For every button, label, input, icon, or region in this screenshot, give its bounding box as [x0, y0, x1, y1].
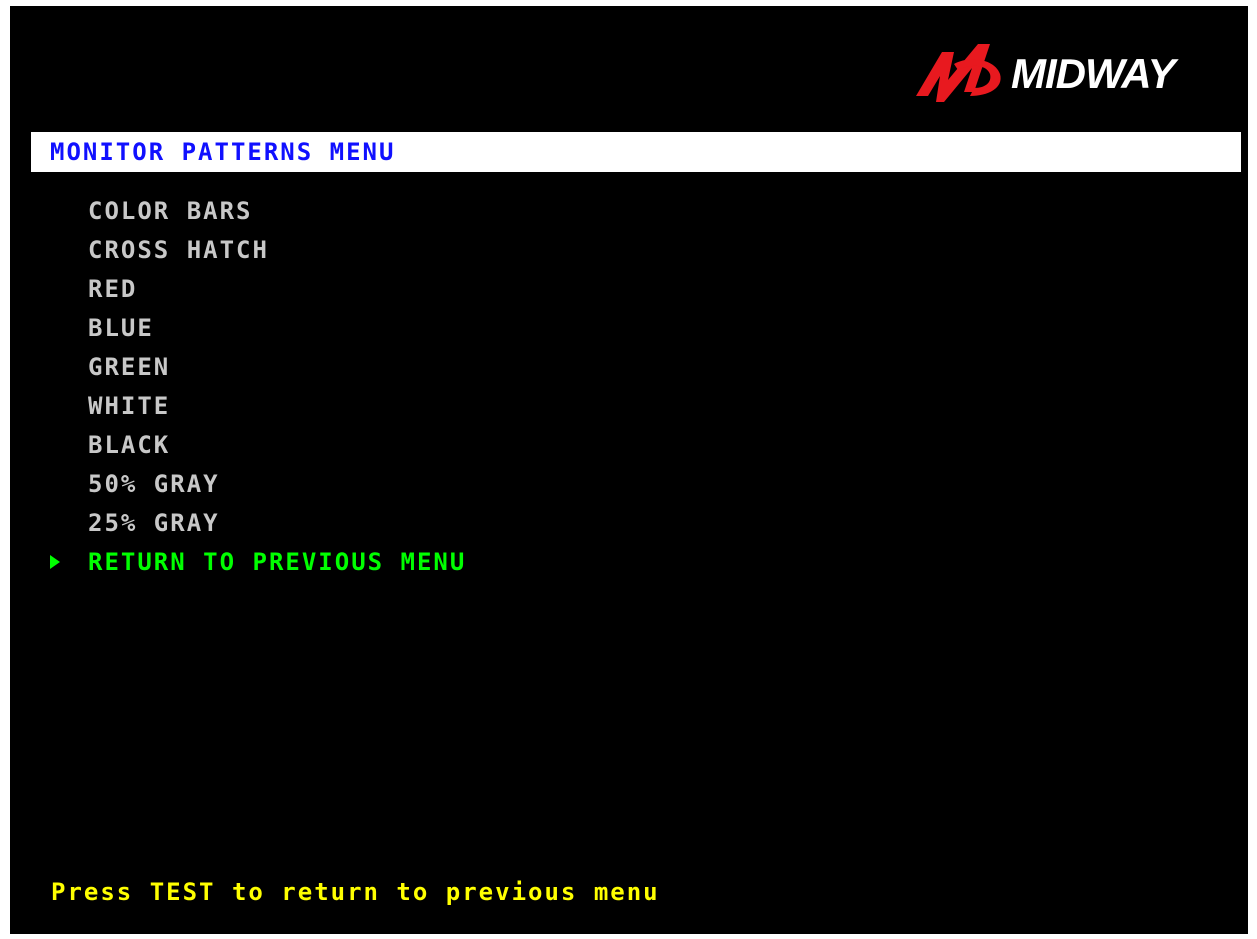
- menu-item-label: BLUE: [88, 314, 154, 342]
- menu-item[interactable]: BLACK: [10, 430, 710, 469]
- logo-wordmark: MIDWAY: [1011, 50, 1176, 97]
- page-title: MONITOR PATTERNS MENU: [50, 138, 396, 166]
- menu-item[interactable]: RETURN TO PREVIOUS MENU: [10, 547, 710, 586]
- triangle-right-icon: [50, 555, 60, 569]
- menu-item[interactable]: BLUE: [10, 313, 710, 352]
- menu-item-label: WHITE: [88, 392, 171, 420]
- menu-item[interactable]: WHITE: [10, 391, 710, 430]
- footer-hint: Press TEST to return to previous menu: [51, 878, 660, 906]
- midway-logo: MIDWAY: [908, 34, 1218, 114]
- menu-item[interactable]: COLOR BARS: [10, 196, 710, 235]
- menu-item-label: CROSS HATCH: [88, 236, 269, 264]
- menu-item-label: GREEN: [88, 353, 171, 381]
- menu-item[interactable]: GREEN: [10, 352, 710, 391]
- menu-item[interactable]: 50% GRAY: [10, 469, 710, 508]
- menu-item-label: RETURN TO PREVIOUS MENU: [88, 548, 467, 576]
- menu-item[interactable]: 25% GRAY: [10, 508, 710, 547]
- arcade-screen: MIDWAY MONITOR PATTERNS MENU COLOR BARS C…: [10, 6, 1248, 934]
- menu-item-label: RED: [88, 275, 138, 303]
- menu-item-label: COLOR BARS: [88, 197, 253, 225]
- title-bar: MONITOR PATTERNS MENU: [31, 132, 1241, 172]
- menu-item[interactable]: CROSS HATCH: [10, 235, 710, 274]
- menu-item-label: BLACK: [88, 431, 171, 459]
- midway-m-logo-icon: [916, 44, 1001, 102]
- monitor-patterns-menu: COLOR BARS CROSS HATCH RED BLUE GREEN WHITE BL…: [10, 196, 710, 586]
- menu-item[interactable]: RED: [10, 274, 710, 313]
- menu-item-label: 50% GRAY: [88, 470, 220, 498]
- menu-item-label: 25% GRAY: [88, 509, 220, 537]
